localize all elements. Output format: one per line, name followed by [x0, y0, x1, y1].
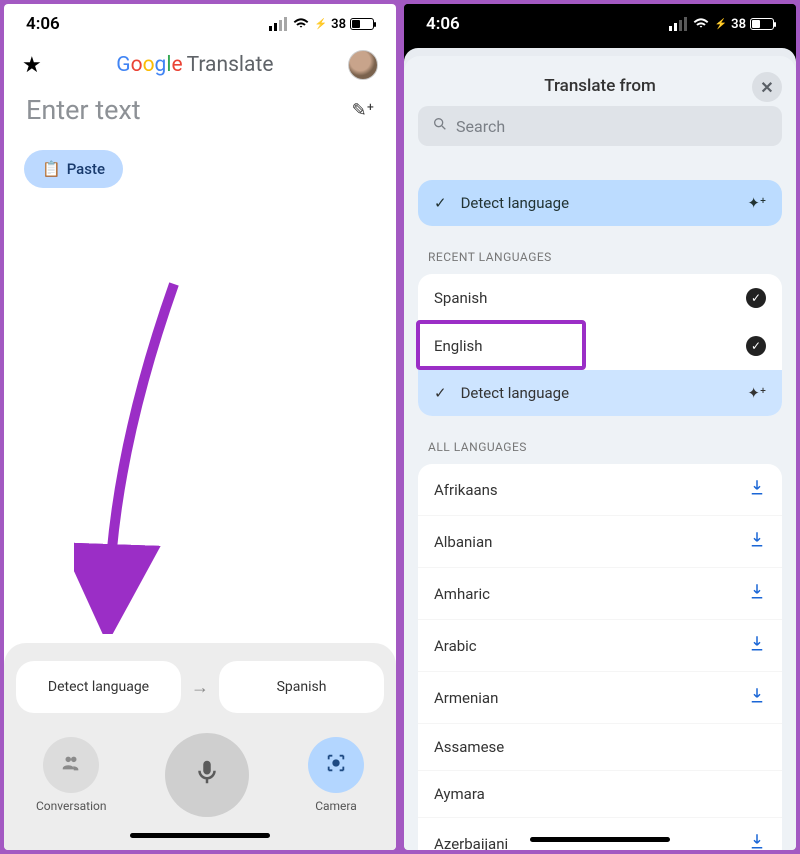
conversation-action: Conversation [36, 737, 106, 813]
conversation-label: Conversation [36, 799, 106, 813]
star-icon[interactable]: ★ [22, 53, 42, 78]
camera-button[interactable] [308, 737, 364, 793]
sparkle-icon: ✦⁺ [747, 194, 766, 212]
language-name: Azerbaijani [434, 835, 508, 851]
status-indicators: ⚡ 38 [269, 17, 374, 32]
status-time: 4:06 [26, 14, 60, 34]
annotation-arrow [74, 274, 204, 634]
language-row[interactable]: Arabic [418, 619, 782, 671]
language-name: Afrikaans [434, 481, 498, 499]
paste-label: Paste [67, 160, 105, 178]
mic-icon [192, 757, 222, 794]
target-lang-button[interactable]: Spanish [219, 661, 384, 713]
language-name: Armenian [434, 689, 498, 707]
sparkle-icon: ✦⁺ [747, 384, 766, 402]
status-bar: 4:06 ⚡ 38 [404, 4, 796, 44]
language-picker-sheet: Translate from ✕ Search ✓ Detect languag… [404, 56, 796, 850]
language-name: Amharic [434, 585, 490, 603]
search-input[interactable]: Search [418, 106, 782, 146]
signal-icon [669, 17, 687, 31]
language-row[interactable]: Azerbaijani [418, 817, 782, 850]
recent-languages-list: Spanish ✓ English ✓ ✓ Detect language ✦⁺ [418, 274, 782, 416]
language-row[interactable]: Afrikaans [418, 464, 782, 515]
language-name: Albanian [434, 533, 492, 551]
camera-icon [325, 752, 347, 779]
app-header: ★ Google Translate [4, 44, 396, 84]
wifi-icon [693, 17, 709, 32]
language-row[interactable]: Assamese [418, 723, 782, 770]
recent-language-row[interactable]: English ✓ [418, 322, 782, 370]
status-time: 4:06 [426, 14, 460, 34]
language-name: Aymara [434, 785, 485, 803]
battery-indicator: ⚡ 38 [715, 17, 774, 32]
camera-label: Camera [315, 799, 357, 813]
screenshot-right: 4:06 ⚡ 38 Translate from ✕ Search [404, 4, 796, 850]
people-icon [60, 752, 82, 779]
search-placeholder: Search [456, 117, 505, 136]
close-icon: ✕ [760, 78, 773, 97]
language-row[interactable]: Armenian [418, 671, 782, 723]
download-icon[interactable] [748, 634, 766, 657]
check-icon: ✓ [434, 384, 447, 402]
charging-icon: ⚡ [315, 19, 327, 30]
signal-icon [269, 17, 287, 31]
language-row: Detect language → Spanish [16, 661, 384, 713]
all-header: ALL LANGUAGES [404, 416, 796, 464]
charging-icon: ⚡ [715, 19, 727, 30]
home-indicator [530, 837, 670, 842]
battery-pct: 38 [331, 17, 346, 32]
text-entry-row: Enter text ✎⁺ [4, 84, 396, 132]
battery-pct: 38 [731, 17, 746, 32]
text-input[interactable]: Enter text [26, 94, 141, 126]
search-icon [432, 116, 448, 136]
google-logo: Google [116, 53, 182, 77]
swap-icon[interactable]: → [191, 677, 209, 698]
home-indicator [130, 833, 270, 838]
downloaded-icon: ✓ [746, 288, 766, 308]
brand-suffix: Translate [187, 53, 274, 77]
language-name: English [434, 337, 483, 355]
app-title: Google Translate [116, 53, 273, 77]
handwriting-icon[interactable]: ✎⁺ [352, 100, 374, 121]
language-name: Spanish [434, 289, 487, 307]
check-icon: ✓ [434, 194, 447, 212]
status-indicators: ⚡ 38 [669, 17, 774, 32]
camera-action: Camera [308, 737, 364, 813]
sheet-title: Translate from [544, 76, 656, 96]
detect-language-option[interactable]: ✓ Detect language ✦⁺ [418, 180, 782, 226]
source-lang-button[interactable]: Detect language [16, 661, 181, 713]
battery-icon [350, 18, 374, 30]
mic-button[interactable] [165, 733, 249, 817]
all-languages-list: Afrikaans Albanian Amharic Arabic Armenian As… [418, 464, 782, 850]
recent-language-row[interactable]: Spanish ✓ [418, 274, 782, 322]
recent-language-row[interactable]: ✓ Detect language ✦⁺ [418, 370, 782, 416]
download-icon[interactable] [748, 686, 766, 709]
download-icon[interactable] [748, 478, 766, 501]
download-icon[interactable] [748, 832, 766, 850]
downloaded-icon: ✓ [746, 336, 766, 356]
language-row[interactable]: Albanian [418, 515, 782, 567]
language-row[interactable]: Aymara [418, 770, 782, 817]
language-name: Assamese [434, 738, 504, 756]
paste-icon: 📋 [42, 160, 61, 178]
language-name: Detect language [461, 384, 569, 402]
conversation-button[interactable] [43, 737, 99, 793]
download-icon[interactable] [748, 530, 766, 553]
detect-label: Detect language [461, 194, 569, 212]
recent-header: RECENT LANGUAGES [404, 226, 796, 274]
sheet-header: Translate from ✕ [404, 56, 796, 106]
status-bar: 4:06 ⚡ 38 [4, 4, 396, 44]
avatar[interactable] [348, 50, 378, 80]
download-icon[interactable] [748, 582, 766, 605]
wifi-icon [293, 17, 309, 32]
language-name: Arabic [434, 637, 477, 655]
close-button[interactable]: ✕ [752, 72, 782, 102]
battery-icon [750, 18, 774, 30]
battery-indicator: ⚡ 38 [315, 17, 374, 32]
action-row: Conversation Camera [16, 713, 384, 823]
language-row[interactable]: Amharic [418, 567, 782, 619]
paste-button[interactable]: 📋 Paste [24, 150, 123, 188]
bottom-panel: Detect language → Spanish Conversation [4, 643, 396, 850]
screenshot-left: 4:06 ⚡ 38 ★ Google Translate Enter text … [4, 4, 396, 850]
